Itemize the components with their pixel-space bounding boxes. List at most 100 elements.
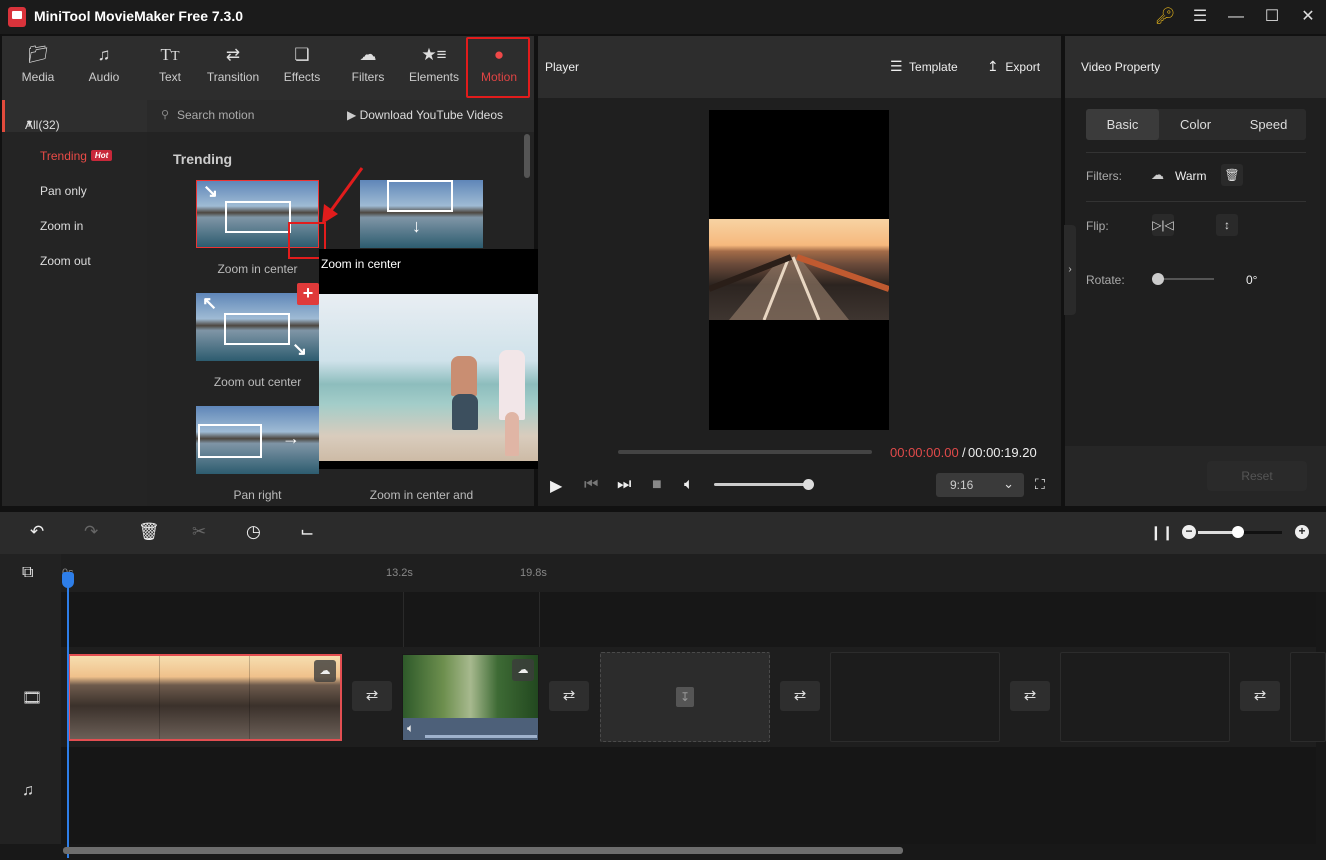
track-headers: ⧉ 🎞︎ ♫ xyxy=(0,554,61,844)
timeline: ⧉ 🎞︎ ♫ 0s 13.2s 19.8s ☁ ⇄ 🔈︎ ☁ ⇄ ↧ ⇄ ⇄ ⇄ xyxy=(0,554,1326,860)
transition-slot[interactable]: ⇄ xyxy=(780,681,820,711)
transition-slot[interactable]: ⇄ xyxy=(352,681,392,711)
video-preview xyxy=(709,110,889,430)
tab-transition[interactable]: ⇄ Transition xyxy=(201,44,265,94)
category-zoom-in[interactable]: Zoom in xyxy=(40,219,83,233)
maximize-icon[interactable]: ☐ xyxy=(1260,6,1284,28)
stop-button[interactable]: ■ xyxy=(652,476,662,494)
play-button[interactable]: ▶ xyxy=(550,476,562,496)
aspect-ratio-select[interactable]: 9:16 ⌄ xyxy=(936,473,1024,497)
zoom-out-button[interactable]: − xyxy=(1182,525,1196,539)
key-icon[interactable]: 🔑︎ xyxy=(1153,6,1177,28)
export-button[interactable]: ↥ Export xyxy=(987,58,1040,75)
motion-label: Zoom in center and xyxy=(369,488,474,502)
text-icon: TT xyxy=(160,45,180,64)
tab-effects[interactable]: ❏ Effects xyxy=(270,44,334,94)
redo-button[interactable]: ↷ xyxy=(84,522,98,542)
audio-track[interactable] xyxy=(61,747,1316,844)
delete-button[interactable]: 🗑︎ xyxy=(138,522,160,542)
volume-knob[interactable] xyxy=(803,479,814,490)
annotation-arrow xyxy=(322,167,364,224)
add-track-button[interactable]: ⧉ xyxy=(22,564,33,582)
category-zoom-out[interactable]: Zoom out xyxy=(40,254,91,268)
transition-slot[interactable]: ⇄ xyxy=(1010,681,1050,711)
zoom-in-button[interactable]: + xyxy=(1295,525,1309,539)
prev-frame-button[interactable]: ⏮︎ xyxy=(584,476,598,494)
folder-icon: 📁︎ xyxy=(27,45,49,64)
drop-media-icon: ↧ xyxy=(676,687,694,707)
arrow-down-right-icon: ↘ xyxy=(203,181,219,201)
template-button[interactable]: ☰ Template xyxy=(890,58,958,75)
next-frame-button[interactable]: ⏭︎ xyxy=(617,476,631,494)
video-clip-forest[interactable]: 🔈︎ ☁ xyxy=(402,654,539,741)
audio-icon: 🔈︎ xyxy=(407,721,415,735)
tab-filters[interactable]: ☁ Filters xyxy=(336,44,400,94)
empty-clip-slot[interactable] xyxy=(1290,652,1326,742)
playhead-line xyxy=(67,574,69,858)
delete-filter-button[interactable]: 🗑︎ xyxy=(1221,164,1243,186)
timeline-zoom-knob[interactable] xyxy=(1232,526,1244,538)
undo-button[interactable]: ↶ xyxy=(30,522,44,542)
tab-audio[interactable]: ♫ Audio xyxy=(72,44,136,94)
timeline-ruler[interactable]: 0s 13.2s 19.8s xyxy=(61,554,1326,592)
flip-horizontal-button[interactable]: ▷|◁ xyxy=(1152,214,1174,236)
hot-badge: Hot xyxy=(90,150,113,161)
tab-speed[interactable]: Speed xyxy=(1232,109,1305,140)
search-input[interactable] xyxy=(177,108,337,122)
chevron-down-icon: ⌄ xyxy=(1003,476,1014,491)
time-current: 00:00:00.00 xyxy=(890,445,959,460)
playhead-handle[interactable] xyxy=(62,572,74,588)
vertical-scrollbar[interactable] xyxy=(524,134,530,178)
audio-level xyxy=(425,735,537,738)
playback-progress[interactable] xyxy=(618,450,872,454)
zoom-fit-button[interactable]: ❙❙ xyxy=(1150,524,1173,541)
video-track-icon: 🎞︎ xyxy=(22,690,43,707)
video-frame-image xyxy=(709,219,889,320)
flip-label: Flip: xyxy=(1086,219,1109,233)
overlay-track[interactable] xyxy=(61,592,1316,647)
search-icon: ⚲ xyxy=(161,109,170,121)
category-list: ▼ All(32) Trending Hot Pan only Zoom in Z… xyxy=(2,100,147,506)
fullscreen-button[interactable]: ⛶ xyxy=(1035,476,1045,493)
motion-item-zoom-in-center-and[interactable]: ↓ xyxy=(360,180,483,248)
empty-clip-slot[interactable]: ↧ xyxy=(600,652,770,742)
video-property-panel: Video Property Basic Color Speed Filters… xyxy=(1065,36,1326,506)
tab-text[interactable]: TT Text xyxy=(138,44,202,94)
motion-label: Zoom out center xyxy=(213,375,302,389)
reset-button[interactable]: Reset xyxy=(1207,461,1307,491)
tab-color[interactable]: Color xyxy=(1159,109,1232,140)
download-youtube-link[interactable]: ▶ Download YouTube Videos xyxy=(347,108,503,122)
rotate-slider[interactable] xyxy=(1157,278,1214,280)
flip-vertical-button[interactable]: ↕ xyxy=(1216,214,1238,236)
split-button[interactable]: ✂ xyxy=(192,522,206,542)
minimize-icon[interactable]: — xyxy=(1224,6,1248,28)
horizontal-scrollbar[interactable] xyxy=(63,847,903,854)
category-all[interactable]: ▼ All(32) xyxy=(2,100,147,132)
tab-elements[interactable]: ★≡ Elements xyxy=(402,44,466,94)
volume-slider[interactable] xyxy=(714,483,808,486)
rotate-knob[interactable] xyxy=(1152,273,1164,285)
category-trending[interactable]: Trending Hot xyxy=(40,149,113,163)
crop-button[interactable]: ⌙ xyxy=(300,522,314,542)
tab-media[interactable]: 📁︎ Media xyxy=(6,44,70,94)
empty-clip-slot[interactable] xyxy=(830,652,1000,742)
collapse-panel-button[interactable]: › xyxy=(1064,225,1076,315)
tab-basic[interactable]: Basic xyxy=(1086,109,1159,140)
transition-slot[interactable]: ⇄ xyxy=(1240,681,1280,711)
close-icon[interactable]: ✕ xyxy=(1296,6,1320,28)
ruler-tick: 13.2s xyxy=(386,567,413,579)
motion-item-pan-right[interactable]: → xyxy=(196,406,319,474)
search-bar: ⚲ ▶ Download YouTube Videos xyxy=(147,100,534,132)
section-title: Trending xyxy=(173,151,233,167)
transition-slot[interactable]: ⇄ xyxy=(549,681,589,711)
rotate-value: 0° xyxy=(1246,273,1258,287)
filters-icon: ☁ xyxy=(359,45,377,64)
menu-icon[interactable]: ☰ xyxy=(1188,6,1212,28)
add-motion-button[interactable]: + xyxy=(297,283,319,305)
property-title: Video Property xyxy=(1081,60,1161,74)
category-pan-only[interactable]: Pan only xyxy=(40,184,87,198)
video-clip-pier[interactable]: ☁ xyxy=(68,654,342,741)
speed-button[interactable]: ◷ xyxy=(246,522,261,542)
volume-icon[interactable]: 🔈︎ xyxy=(684,476,694,494)
empty-clip-slot[interactable] xyxy=(1060,652,1230,742)
